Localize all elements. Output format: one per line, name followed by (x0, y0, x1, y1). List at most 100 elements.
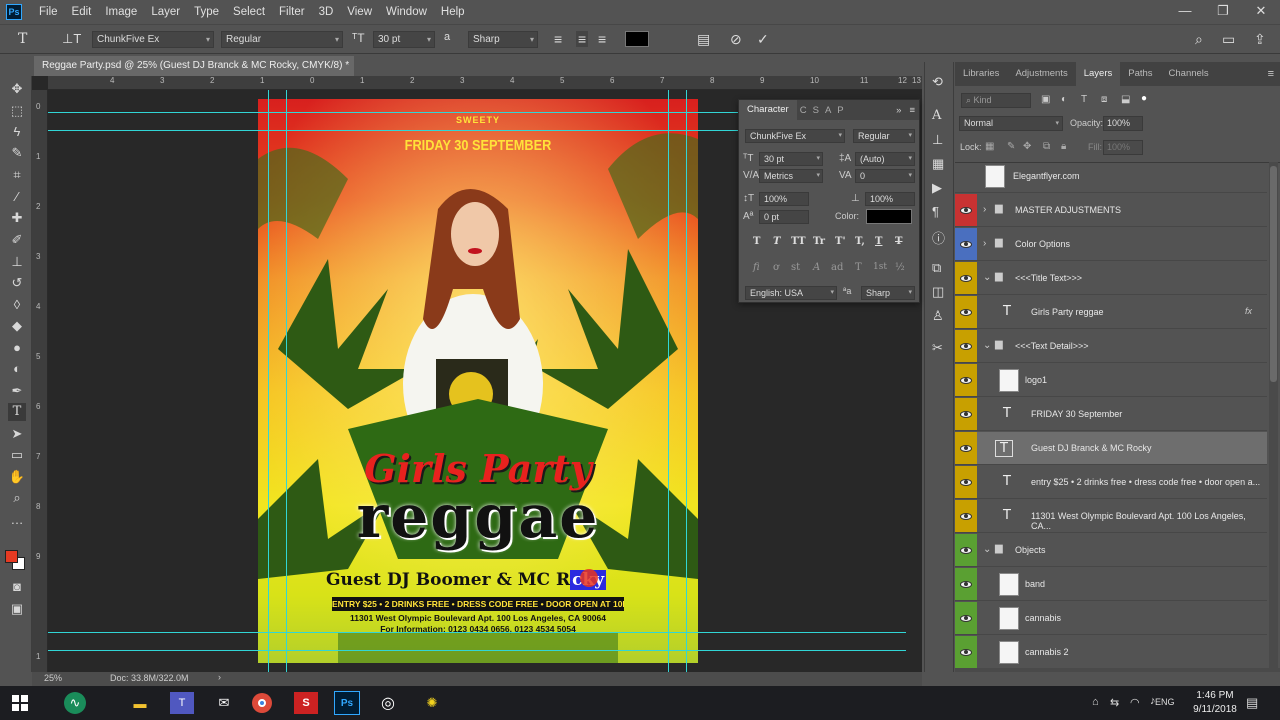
guide-line[interactable] (686, 90, 687, 672)
layer-row[interactable]: ⌄ ▆ Objects (955, 534, 1267, 567)
guide-line[interactable] (668, 90, 669, 672)
superscript-icon[interactable]: T' (835, 236, 846, 247)
tab-collapsed[interactable]: C (797, 105, 810, 116)
filter-kind-select[interactable]: ⌕ Kind (961, 93, 1031, 108)
faux-italic-icon[interactable]: T (773, 236, 780, 247)
document-tab[interactable]: Reggae Party.psd @ 25% (Guest DJ Branck … (34, 56, 354, 76)
stylistic-alternates-icon[interactable]: ad (831, 262, 843, 273)
visibility-toggle[interactable] (955, 194, 977, 226)
antialias-select[interactable]: Sharp ▾ (468, 31, 538, 48)
history-icon[interactable]: ⟲ (932, 74, 943, 90)
obs-icon[interactable]: ◎ (376, 692, 400, 714)
pen-tool-icon[interactable]: ✒ (8, 382, 26, 400)
discretionary-ligatures-icon[interactable]: st (791, 262, 800, 273)
menu-image[interactable]: Image (98, 6, 144, 18)
quick-select-tool-icon[interactable]: ✎ (8, 144, 26, 162)
filter-toggle-icon[interactable]: ● (1141, 93, 1147, 104)
app-icon[interactable]: ✺ (420, 692, 444, 714)
menu-window[interactable]: Window (379, 6, 434, 18)
taskbar-date[interactable]: 9/11/2018 (1188, 704, 1242, 715)
layer-row[interactable]: › ▆ MASTER ADJUSTMENTS (955, 194, 1267, 227)
info-icon[interactable]: ⓘ (932, 228, 945, 247)
adjustments-icon[interactable]: ◫ (932, 284, 944, 300)
lock-artboard-icon[interactable]: ⧉ (1043, 141, 1050, 152)
healing-tool-icon[interactable]: ✚ (8, 209, 26, 227)
swatches-icon[interactable]: ▦ (932, 156, 944, 172)
network-icon[interactable]: ⌂ (1092, 696, 1099, 708)
share-icon[interactable]: ⇪ (1254, 31, 1266, 48)
char-kerning[interactable]: Metrics ▾ (759, 169, 823, 183)
fill-field[interactable]: 100% (1103, 140, 1143, 155)
layer-name[interactable]: band (1025, 579, 1045, 589)
menu-select[interactable]: Select (226, 6, 272, 18)
expand-arrow-icon[interactable]: › (983, 204, 986, 215)
eyedropper-tool-icon[interactable]: ⁄ (8, 188, 26, 206)
font-size-select[interactable]: 30 pt ▾ (373, 31, 435, 48)
layer-effects-icon[interactable]: fx (1245, 306, 1252, 316)
tool-presets-icon[interactable]: ✂ (932, 340, 943, 356)
expand-arrow-icon[interactable]: ⌄ (983, 340, 991, 351)
char-vertical-scale[interactable]: 100% (759, 192, 809, 206)
layer-row[interactable]: T 11301 West Olympic Boulevard Apt. 100 L… (955, 500, 1267, 533)
layer-row[interactable]: T FRIDAY 30 September (955, 398, 1267, 431)
paragraph-styles-icon[interactable]: ⊥ (932, 132, 943, 148)
skype-app-icon[interactable]: S (294, 692, 318, 714)
warp-text-icon[interactable]: ▤ (697, 31, 710, 48)
small-caps-icon[interactable]: Tr (813, 236, 825, 247)
tab-collapsed[interactable]: P (834, 105, 846, 116)
tab-layers[interactable]: Layers (1075, 62, 1121, 86)
move-tool-icon[interactable]: ✥ (8, 80, 26, 98)
visibility-toggle[interactable] (955, 500, 977, 532)
lock-transparency-icon[interactable]: ▦ (985, 141, 994, 152)
crop-tool-icon[interactable]: ⌗ (8, 166, 26, 184)
commit-icon[interactable]: ✓ (757, 31, 769, 48)
filter-pixel-icon[interactable]: ▣ (1041, 94, 1050, 105)
blur-tool-icon[interactable]: ● (8, 339, 26, 357)
tab-channels[interactable]: Channels (1161, 62, 1217, 86)
tab-collapsed[interactable]: A (822, 105, 834, 116)
path-select-icon[interactable]: ➤ (8, 425, 26, 443)
layer-name[interactable]: logo1 (1025, 375, 1047, 385)
layer-name[interactable]: Guest DJ Branck & MC Rocky (1031, 443, 1152, 453)
zoom-tool-icon[interactable]: ⌕ (8, 489, 26, 507)
menu-edit[interactable]: Edit (65, 6, 99, 18)
strikethrough-icon[interactable]: T (895, 236, 902, 247)
chrome-icon[interactable] (252, 693, 272, 713)
teams-icon[interactable]: T (170, 692, 194, 714)
menu-file[interactable]: File (32, 6, 65, 18)
tab-libraries[interactable]: Libraries (955, 62, 1007, 86)
tab-character[interactable]: Character (739, 100, 797, 120)
align-right-icon[interactable]: ≡ (598, 31, 606, 47)
taskbar-time[interactable]: 1:46 PM (1192, 690, 1238, 701)
char-color-swatch[interactable] (866, 209, 912, 224)
layer-name[interactable]: <<<Title Text>>> (1015, 273, 1082, 283)
dodge-tool-icon[interactable]: ◐ (8, 360, 26, 378)
visibility-toggle[interactable] (955, 398, 977, 430)
lasso-tool-icon[interactable]: ϟ (8, 123, 26, 141)
layer-name[interactable]: Objects (1015, 545, 1046, 555)
history-brush-icon[interactable]: ↺ (8, 274, 26, 292)
minimize-icon[interactable]: — (1166, 0, 1204, 22)
layer-name[interactable]: cannabis 2 (1025, 647, 1069, 657)
marquee-tool-icon[interactable]: ⬚ (8, 102, 26, 120)
layer-name[interactable]: MASTER ADJUSTMENTS (1015, 205, 1121, 215)
tray-icon[interactable]: ⇆ (1110, 696, 1119, 709)
visibility-toggle[interactable] (955, 364, 977, 396)
brush-tool-icon[interactable]: ✐ (8, 231, 26, 249)
restore-icon[interactable]: ❐ (1204, 0, 1242, 22)
windows-start-icon[interactable] (8, 692, 32, 714)
menu-help[interactable]: Help (434, 6, 472, 18)
panel-menu-icon[interactable]: ≡ (1268, 68, 1280, 80)
old-style-icon[interactable]: ơ (773, 262, 779, 273)
lock-position-icon[interactable]: ✥ (1023, 141, 1031, 152)
visibility-toggle[interactable] (955, 296, 977, 328)
layer-row[interactable]: T Guest DJ Branck & MC Rocky (955, 432, 1267, 465)
mail-icon[interactable]: ✉ (212, 692, 236, 714)
visibility-toggle[interactable] (955, 466, 977, 498)
zoom-level[interactable]: 25% (44, 673, 62, 683)
more-tools-icon[interactable]: … (8, 511, 26, 529)
status-arrow-icon[interactable]: › (218, 672, 221, 682)
lock-image-icon[interactable]: ✎ (1007, 141, 1015, 152)
layer-row[interactable]: Tentry $25 • 2 drinks free • dress code … (955, 466, 1267, 499)
character-panel-icon[interactable]: A (932, 108, 941, 123)
